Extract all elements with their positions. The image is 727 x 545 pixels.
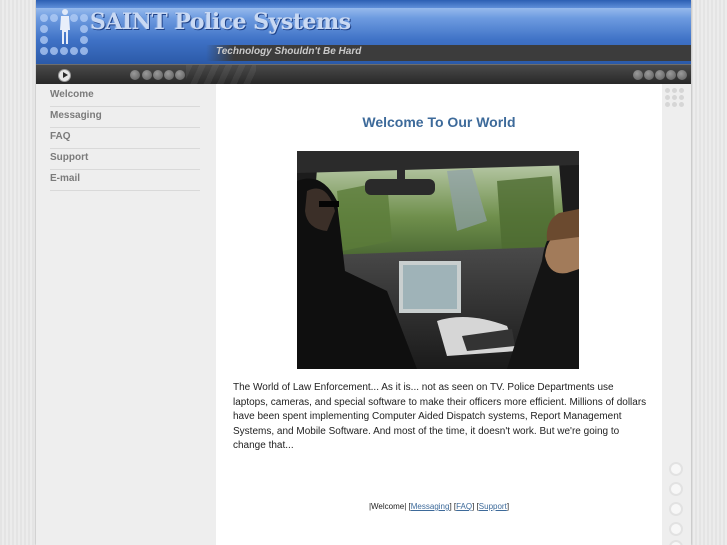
toolbar-dot <box>655 70 665 80</box>
ring-decoration <box>669 540 683 545</box>
sidebar-nav: Welcome Messaging FAQ Support E-mail <box>36 84 216 545</box>
sidebar-item-welcome[interactable]: Welcome <box>50 85 200 107</box>
toolbar-dot <box>644 70 654 80</box>
toolbar-dot <box>142 70 152 80</box>
right-gutter <box>691 0 727 545</box>
header-toolbar <box>36 64 691 85</box>
toolbar-dot <box>175 70 185 80</box>
intro-paragraph: The World of Law Enforcement... As it is… <box>233 382 647 451</box>
ring-decoration <box>669 482 683 496</box>
sidebar-item-label: Welcome <box>50 89 94 100</box>
footer-link-faq[interactable]: FAQ <box>456 502 472 511</box>
ring-decoration <box>669 502 683 516</box>
sidebar-item-support[interactable]: Support <box>50 148 200 170</box>
ring-decoration <box>669 522 683 536</box>
site-title: SAINT Police Systems <box>90 9 351 35</box>
site-logo[interactable] <box>40 8 90 56</box>
site-header: SAINT Police Systems Technology Shouldn'… <box>36 0 691 64</box>
toolbar-dot <box>633 70 643 80</box>
footer-nav: |Welcome| [Messaging] [FAQ] [Support] <box>368 502 510 511</box>
header-top-strip <box>36 0 691 8</box>
toolbar-stripes <box>186 65 256 85</box>
sidebar-item-label: Messaging <box>50 110 102 121</box>
sidebar-item-email[interactable]: E-mail <box>50 169 200 191</box>
toolbar-dot <box>164 70 174 80</box>
toolbar-dot <box>677 70 687 80</box>
page-title: Welcome To Our World <box>362 114 516 130</box>
sidebar-item-label: E-mail <box>50 173 81 184</box>
play-icon[interactable] <box>58 69 71 82</box>
sidebar-item-label: FAQ <box>50 131 71 142</box>
right-decoration <box>662 84 691 545</box>
site-tagline: Technology Shouldn't Be Hard <box>216 46 362 57</box>
police-officer-icon <box>60 9 70 44</box>
footer-link-support[interactable]: Support <box>479 502 507 511</box>
page-frame: SAINT Police Systems Technology Shouldn'… <box>36 0 691 545</box>
left-gutter <box>0 0 36 545</box>
sidebar-item-label: Support <box>50 152 89 163</box>
toolbar-dot <box>153 70 163 80</box>
ring-decoration <box>669 462 683 476</box>
main-content: Welcome To Our World The World of Law En… <box>216 84 662 545</box>
toolbar-dot <box>666 70 676 80</box>
toolbar-dot <box>130 70 140 80</box>
sidebar-item-faq[interactable]: FAQ <box>50 127 200 149</box>
footer-link-messaging[interactable]: Messaging <box>411 502 450 511</box>
police-car-photo <box>297 151 579 369</box>
footer-link-welcome[interactable]: Welcome <box>371 502 404 511</box>
sidebar-item-messaging[interactable]: Messaging <box>50 106 200 128</box>
